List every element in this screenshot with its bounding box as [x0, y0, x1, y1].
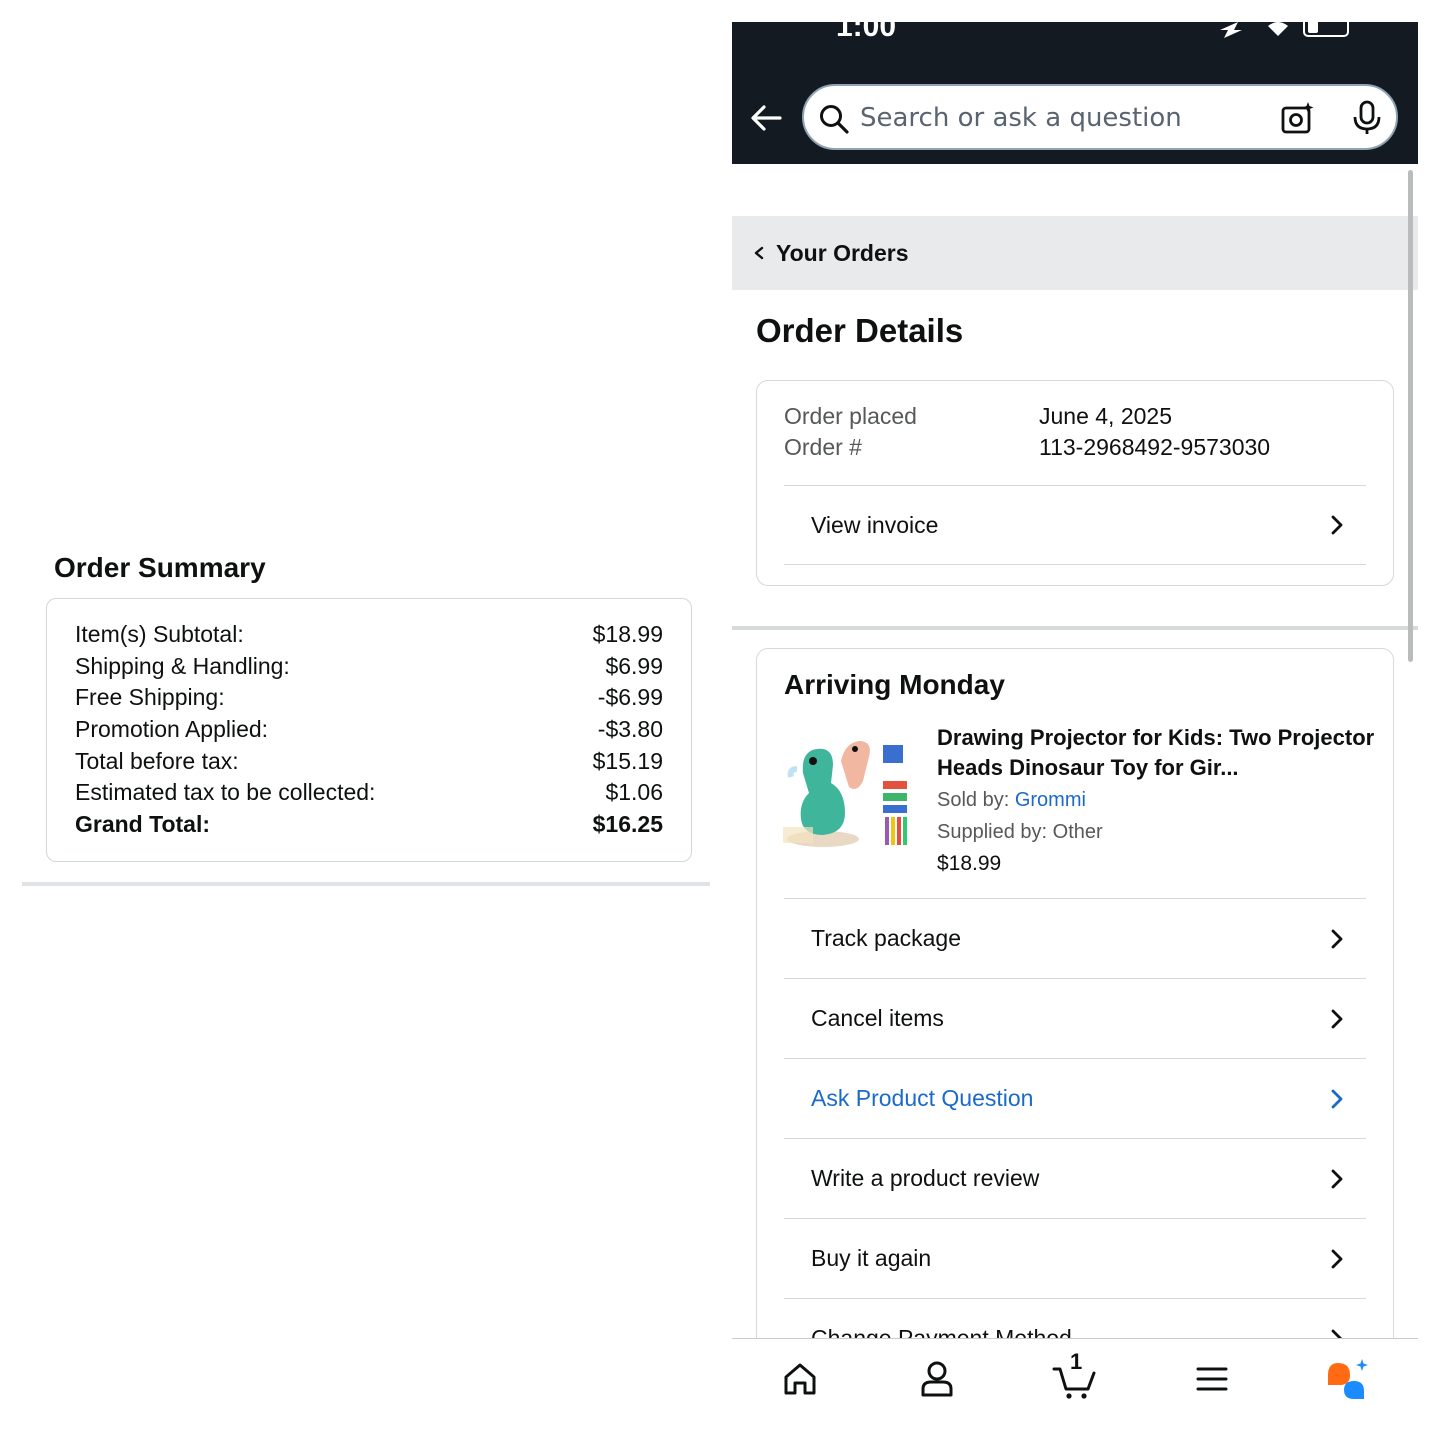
summary-label: Shipping & Handling:	[75, 652, 290, 679]
view-invoice-label: View invoice	[811, 511, 939, 538]
order-number-label: Order #	[784, 434, 862, 460]
delivery-status: Arriving Monday	[784, 669, 1005, 700]
summary-label: Grand Total:	[75, 810, 211, 837]
chevron-right-icon	[1331, 1009, 1343, 1028]
divider	[22, 882, 710, 886]
summary-label: Total before tax:	[75, 747, 239, 774]
supplied-by: Supplied by: Other	[937, 821, 1103, 843]
bottom-nav: 1	[732, 1338, 1418, 1418]
summary-row-tax: Estimated tax to be collected: $1.06	[75, 777, 663, 809]
summary-row-subtotal: Item(s) Subtotal: $18.99	[75, 619, 663, 651]
rufus-assistant-icon[interactable]	[1324, 1355, 1372, 1403]
product-image[interactable]	[783, 721, 909, 851]
app-header: 1:00	[732, 22, 1418, 164]
action-label: Track package	[811, 925, 961, 951]
view-invoice-row[interactable]: View invoice	[784, 485, 1366, 565]
camera-search-icon[interactable]	[1280, 100, 1316, 136]
product-title-link[interactable]: Drawing Projector for Kids: Two Projecto…	[937, 723, 1377, 783]
cart-count: 1	[1070, 1349, 1083, 1374]
breadcrumb[interactable]: Your Orders	[732, 216, 1418, 290]
summary-row-total-before-tax: Total before tax: $15.19	[75, 745, 663, 777]
summary-value: -$3.80	[597, 716, 663, 743]
order-number-value: 113-2968492-9573030	[1039, 434, 1271, 460]
search-input[interactable]	[860, 96, 1260, 140]
chevron-right-icon	[1331, 929, 1343, 948]
sold-by: Sold by: Grommi	[937, 789, 1086, 812]
summary-value: $6.99	[605, 652, 663, 679]
chevron-right-icon	[1331, 1249, 1343, 1268]
order-info-card: Order placed June 4, 2025 Order # 113-29…	[756, 380, 1394, 586]
summary-value: $16.25	[592, 810, 663, 837]
account-icon[interactable]	[913, 1355, 961, 1403]
chevron-right-icon	[1331, 515, 1343, 535]
summary-label: Free Shipping:	[75, 684, 225, 711]
summary-row-promotion: Promotion Applied: -$3.80	[75, 714, 663, 746]
cart-button[interactable]: 1	[1050, 1349, 1098, 1403]
back-arrow-icon[interactable]	[748, 100, 784, 136]
phone-screen: 1:00 Search or ask a question Your Order…	[732, 22, 1418, 1418]
track-package-row[interactable]: Track package	[784, 898, 1366, 978]
summary-value: $15.19	[592, 747, 663, 774]
write-review-row[interactable]: Write a product review	[784, 1138, 1366, 1218]
status-time: 1:00	[836, 22, 897, 43]
summary-label: Item(s) Subtotal:	[75, 621, 244, 648]
shipment-card: Arriving Monday Drawing Projector for Ki…	[756, 648, 1394, 1418]
chevron-right-icon	[1331, 1169, 1343, 1188]
status-icons	[1220, 22, 1349, 38]
microphone-icon[interactable]	[1350, 100, 1384, 136]
cancel-items-row[interactable]: Cancel items	[784, 978, 1366, 1058]
summary-row-free-shipping: Free Shipping: -$6.99	[75, 682, 663, 714]
ask-product-question-row[interactable]: Ask Product Question	[784, 1058, 1366, 1138]
seller-link[interactable]: Grommi	[1015, 789, 1086, 811]
action-label: Buy it again	[811, 1245, 932, 1271]
summary-label: Estimated tax to be collected:	[75, 779, 376, 806]
menu-icon[interactable]	[1188, 1355, 1236, 1403]
order-summary-box: Item(s) Subtotal: $18.99 Shipping & Hand…	[46, 598, 692, 862]
order-summary-title: Order Summary	[54, 552, 266, 583]
breadcrumb-label[interactable]: Your Orders	[776, 240, 909, 267]
summary-row-grand-total: Grand Total: $16.25	[75, 809, 663, 841]
search-bar[interactable]	[802, 84, 1398, 150]
summary-label: Promotion Applied:	[75, 716, 269, 743]
action-label: Cancel items	[811, 1005, 944, 1031]
chevron-right-icon	[1331, 1089, 1343, 1108]
search-icon	[820, 105, 849, 134]
action-label: Write a product review	[811, 1165, 1040, 1191]
summary-value: $18.99	[592, 621, 663, 648]
product-price: $18.99	[937, 852, 1002, 875]
chevron-left-icon	[754, 246, 764, 260]
summary-value: -$6.99	[597, 684, 663, 711]
summary-row-shipping: Shipping & Handling: $6.99	[75, 651, 663, 683]
action-label: Ask Product Question	[811, 1085, 1034, 1111]
buy-it-again-row[interactable]: Buy it again	[784, 1218, 1366, 1298]
order-summary-panel: Order Summary Item(s) Subtotal: $18.99 S…	[22, 532, 710, 902]
summary-value: $1.06	[605, 779, 663, 806]
order-placed-value: June 4, 2025	[1039, 403, 1173, 429]
order-placed-label: Order placed	[784, 403, 917, 429]
sold-by-label: Sold by:	[937, 789, 1010, 811]
divider	[732, 626, 1418, 630]
scrollbar[interactable]	[1408, 170, 1413, 662]
page-title: Order Details	[756, 312, 964, 349]
home-icon[interactable]	[776, 1355, 824, 1403]
